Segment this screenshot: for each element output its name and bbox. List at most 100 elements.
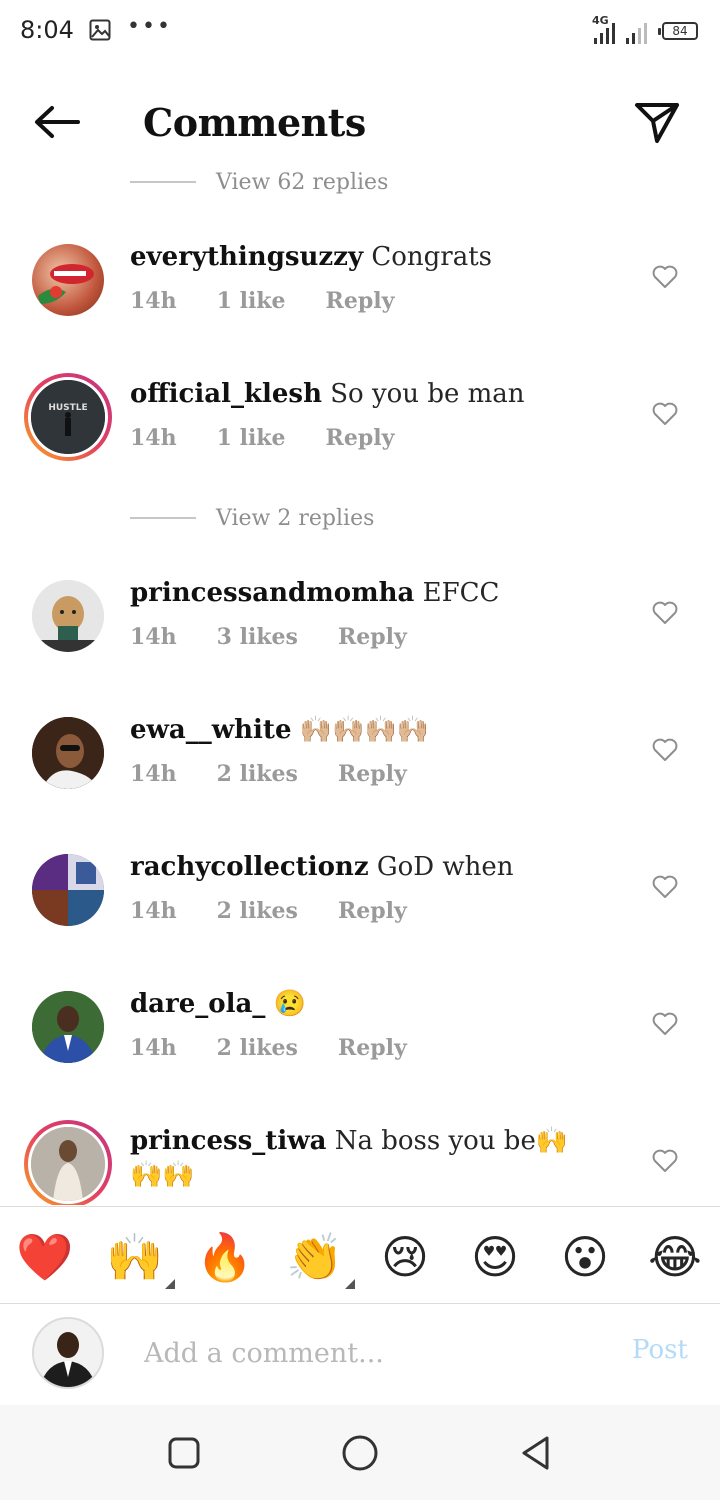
signal-icon-2 (626, 23, 647, 44)
laughing-emoji-button[interactable]: 😂 (645, 1227, 705, 1287)
view-replies-button[interactable]: View 62 replies (130, 162, 388, 202)
comment-time: 14h (130, 425, 177, 451)
reply-button[interactable]: Reply (338, 1035, 407, 1061)
comment-input[interactable] (144, 1333, 594, 1373)
raised-hands-emoji-button[interactable]: 🙌 (105, 1227, 175, 1289)
signal-icon (594, 23, 615, 44)
comment-meta: 14h 2 likes Reply (130, 1035, 447, 1061)
username[interactable]: princess_tiwa (130, 1126, 326, 1156)
page-title: Comments (143, 100, 366, 145)
surprised-emoji-button[interactable]: 😮 (555, 1227, 615, 1287)
comment-text: ewa__white 🙌🏼🙌🏼🙌🏼🙌🏼 (130, 713, 600, 747)
comment-item: princess_tiwa Na boss you be🙌🙌🙌 (0, 1104, 720, 1205)
comment-body: GoD when (376, 852, 514, 882)
share-button[interactable] (630, 98, 684, 148)
triangle-back-icon (522, 1436, 549, 1470)
username[interactable]: dare_ola_ (130, 989, 265, 1019)
comment-list[interactable]: View 62 replies everythingsuzzy Congrats… (0, 160, 720, 1205)
reply-button[interactable]: Reply (326, 288, 395, 314)
avatar[interactable] (32, 580, 104, 652)
fire-emoji-button[interactable]: 🔥 (195, 1227, 255, 1287)
comment-time: 14h (130, 288, 177, 314)
comment-composer: Post (0, 1305, 720, 1405)
clapping-emoji-button[interactable]: 👏 (285, 1227, 355, 1289)
comment-body: Congrats (371, 242, 492, 272)
reply-button[interactable]: Reply (338, 624, 407, 650)
skin-tone-indicator (165, 1279, 175, 1289)
view-replies-label: View 62 replies (216, 169, 389, 195)
status-bar: 8:04 ••• 4G 84 (0, 0, 720, 64)
battery-icon: 84 (658, 22, 698, 40)
like-count[interactable]: 2 likes (217, 761, 298, 787)
comment-item: dare_ola_ 😢 14h 2 likes Reply (0, 967, 720, 1077)
avatar[interactable] (32, 244, 104, 316)
avatar-story-ring[interactable] (24, 1120, 112, 1205)
like-button[interactable] (650, 598, 680, 628)
like-count[interactable]: 3 likes (217, 624, 298, 650)
view-replies-label: View 2 replies (216, 505, 375, 531)
like-button[interactable] (650, 262, 680, 292)
heart-icon (652, 402, 678, 425)
post-button[interactable]: Post (632, 1335, 688, 1365)
divider-line (130, 181, 196, 183)
like-button[interactable] (650, 872, 680, 902)
like-count[interactable]: 2 likes (217, 1035, 298, 1061)
view-replies-button[interactable]: View 2 replies (130, 498, 374, 538)
username[interactable]: official_klesh (130, 379, 322, 409)
comment-item: rachycollectionz GoD when 14h 2 likes Re… (0, 830, 720, 940)
comment-text: princess_tiwa Na boss you be🙌🙌🙌 (130, 1124, 600, 1192)
back-button[interactable] (28, 100, 84, 144)
crying-emoji-button[interactable]: 😢 (375, 1227, 435, 1287)
like-button[interactable] (650, 1009, 680, 1039)
heart-icon (652, 875, 678, 898)
avatar-story-ring[interactable]: HUSTLE (24, 373, 112, 461)
circle-icon (342, 1435, 378, 1471)
like-count[interactable]: 1 like (217, 425, 286, 451)
send-icon (635, 103, 679, 143)
like-button[interactable] (650, 399, 680, 429)
reply-button[interactable]: Reply (338, 898, 407, 924)
avatar[interactable] (32, 854, 104, 926)
avatar[interactable] (32, 991, 104, 1063)
like-count[interactable]: 1 like (217, 288, 286, 314)
avatar[interactable] (32, 717, 104, 789)
back-nav-button[interactable] (516, 1433, 556, 1473)
current-user-avatar (32, 1317, 104, 1389)
heart-icon (652, 265, 678, 288)
reply-button[interactable]: Reply (326, 425, 395, 451)
square-icon (168, 1437, 200, 1469)
comment-body: 😢 (273, 989, 306, 1019)
recent-apps-button[interactable] (164, 1433, 204, 1473)
home-button[interactable] (340, 1433, 380, 1473)
username[interactable]: ewa__white (130, 715, 291, 745)
comment-time: 14h (130, 761, 177, 787)
comment-meta: 14h 1 like Reply (130, 425, 434, 451)
like-button[interactable] (650, 735, 680, 765)
comment-item: princessandmomha EFCC 14h 3 likes Reply (0, 556, 720, 666)
heart-icon (652, 601, 678, 624)
username[interactable]: rachycollectionz (130, 852, 369, 882)
heart-emoji-button[interactable]: ❤️ (15, 1227, 75, 1287)
svg-text:HUSTLE: HUSTLE (48, 403, 87, 413)
header: Comments (0, 84, 720, 160)
status-time: 8:04 (20, 16, 74, 44)
comment-meta: 14h 2 likes Reply (130, 898, 447, 924)
reply-button[interactable]: Reply (338, 761, 407, 787)
clapping-emoji: 👏 (286, 1230, 344, 1284)
notification-dots-icon: ••• (127, 14, 172, 39)
comment-item: everythingsuzzy Congrats 14h 1 like Repl… (0, 220, 720, 330)
system-nav-bar (0, 1405, 720, 1500)
heart-icon (652, 1149, 678, 1172)
username[interactable]: everythingsuzzy (130, 242, 363, 272)
comment-body: So you be man (330, 379, 525, 409)
username[interactable]: princessandmomha (130, 578, 414, 608)
like-button[interactable] (650, 1146, 680, 1176)
skin-tone-indicator (345, 1279, 355, 1289)
emoji-quick-bar: ❤️ 🙌 🔥 👏 😢 😍 😮 😂 (0, 1206, 720, 1304)
comment-time: 14h (130, 898, 177, 924)
like-count[interactable]: 2 likes (217, 898, 298, 924)
heart-eyes-emoji-button[interactable]: 😍 (465, 1227, 525, 1287)
comment-meta: 14h 3 likes Reply (130, 624, 447, 650)
arrow-left-icon (35, 106, 80, 138)
heart-icon (652, 738, 678, 761)
